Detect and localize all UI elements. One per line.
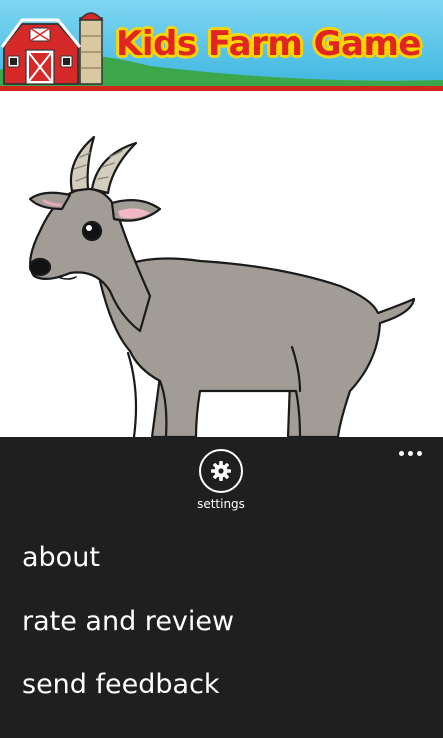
settings-button[interactable]: settings [182,447,260,519]
goat-illustration[interactable] [0,91,443,437]
animal-display-area[interactable] [0,91,443,437]
more-options-button[interactable] [393,441,433,465]
barn-silo-icon [0,12,104,85]
gear-icon [211,461,231,481]
application-bar: settings about rate and review send feed… [0,437,443,738]
menu-item-send-feedback[interactable]: send feedback [22,663,422,707]
ellipsis-icon [408,451,413,456]
settings-label: settings [197,497,245,511]
settings-icon-circle [199,449,243,493]
menu-item-about[interactable]: about [22,536,422,580]
app-title: Kids Farm Game [116,24,421,64]
ellipsis-icon [399,451,404,456]
ellipsis-icon [417,451,422,456]
menu-item-rate-and-review[interactable]: rate and review [22,600,422,644]
app-banner: Kids Farm Game [0,0,443,88]
